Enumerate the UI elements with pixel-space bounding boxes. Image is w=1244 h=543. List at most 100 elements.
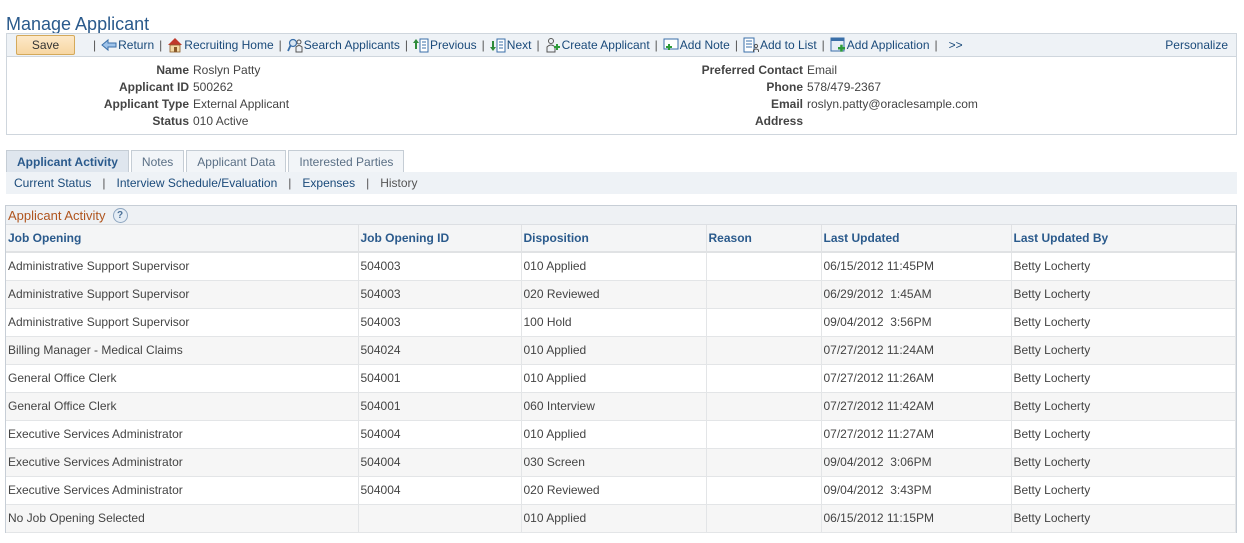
cell-job-opening-id: 504004 [358, 476, 522, 505]
add-note-link[interactable]: Add Note [663, 37, 730, 53]
recruiting-home-label: Recruiting Home [184, 38, 274, 52]
cell-reason [706, 476, 822, 505]
tab-applicant-data[interactable]: Applicant Data [186, 150, 287, 172]
cell-reason [706, 252, 822, 281]
cell-disposition: 100 Hold [521, 308, 707, 337]
cell-reason [706, 280, 822, 309]
cell-job-opening-id: 504003 [358, 308, 522, 337]
column-header-reason: Reason [706, 225, 822, 253]
cell-job-opening: Executive Services Administrator [6, 448, 359, 477]
cell-job-opening: Billing Manager - Medical Claims [6, 336, 359, 365]
previous-link[interactable]: Previous [412, 37, 477, 53]
save-button[interactable]: Save [16, 35, 75, 55]
column-header-last-updated-by: Last Updated By [1011, 225, 1236, 253]
cell-last-updated-by: Betty Locherty [1011, 392, 1236, 421]
field-value: 578/479-2367 [807, 80, 882, 94]
table-row: Administrative Support Supervisor 504003 0… [6, 280, 1236, 309]
recruiting-home-link[interactable]: Recruiting Home [167, 37, 274, 53]
cell-last-updated: 07/27/2012 11:26AM [821, 364, 1012, 393]
add-to-list-icon [743, 37, 759, 53]
cell-job-opening-id: 504001 [358, 364, 522, 393]
return-link[interactable]: Return [101, 37, 154, 53]
cell-last-updated-by: Betty Locherty [1011, 280, 1236, 309]
applicant-activity-grid: Applicant Activity ? Job Opening Job Ope… [5, 205, 1237, 533]
cell-last-updated-by: Betty Locherty [1011, 476, 1236, 505]
table-row: Executive Services Administrator 504004 01… [6, 420, 1236, 449]
cell-disposition: 010 Applied [521, 420, 707, 449]
next-link[interactable]: Next [489, 37, 531, 53]
arrow-left-icon [101, 38, 117, 52]
sub-navigation: Current Status | Interview Schedule/Eval… [6, 172, 1237, 194]
cell-last-updated: 09/04/2012 3:06PM [821, 448, 1012, 477]
activity-table: Job Opening Job Opening ID Disposition R… [6, 225, 1236, 533]
add-note-icon [663, 38, 679, 50]
cell-job-opening: No Job Opening Selected [6, 504, 359, 533]
field-label: Phone [766, 80, 803, 94]
separator: | [93, 38, 97, 52]
table-row: Executive Services Administrator 504004 03… [6, 448, 1236, 477]
cell-last-updated-by: Betty Locherty [1011, 364, 1236, 393]
cell-reason [706, 392, 822, 421]
cell-disposition: 010 Applied [521, 364, 707, 393]
column-header-disposition: Disposition [521, 225, 707, 253]
subnav-expenses[interactable]: Expenses [302, 176, 355, 190]
cell-job-opening: Administrative Support Supervisor [6, 280, 359, 309]
cell-last-updated: 07/27/2012 11:24AM [821, 336, 1012, 365]
cell-job-opening-id: 504001 [358, 392, 522, 421]
grid-title-bar: Applicant Activity ? [6, 206, 1236, 225]
cell-job-opening-id: 504004 [358, 420, 522, 449]
cell-last-updated-by: Betty Locherty [1011, 308, 1236, 337]
return-label: Return [118, 38, 155, 52]
subnav-interview-schedule[interactable]: Interview Schedule/Evaluation [117, 176, 278, 190]
column-header-job-opening: Job Opening [6, 225, 359, 253]
create-applicant-icon [546, 38, 560, 53]
separator: | [288, 176, 292, 190]
cell-job-opening: Executive Services Administrator [6, 476, 359, 505]
tab-bar: Applicant Activity Notes Applicant Data … [6, 150, 406, 172]
cell-last-updated: 06/29/2012 1:45AM [821, 280, 1012, 309]
add-application-link[interactable]: Add Application [830, 37, 930, 53]
field-value: roslyn.patty@oraclesample.com [807, 97, 978, 111]
more-actions-button[interactable]: >> [949, 38, 963, 52]
toolbar: Save | Return | Recruiting Home | Search… [6, 33, 1237, 56]
field-label: Email [770, 97, 803, 111]
column-header-last-updated: Last Updated [821, 225, 1012, 253]
separator: | [102, 176, 106, 190]
cell-reason [706, 336, 822, 365]
create-applicant-link[interactable]: Create Applicant [545, 37, 650, 53]
separator: | [934, 38, 938, 52]
applicant-header: Name Roslyn Patty Applicant ID 500262 Appl… [6, 56, 1237, 135]
cell-reason [706, 504, 822, 533]
help-icon[interactable]: ? [112, 207, 128, 223]
search-applicants-icon [286, 38, 303, 53]
create-applicant-label: Create Applicant [561, 38, 650, 52]
add-to-list-link[interactable]: Add to List [743, 37, 817, 53]
cell-job-opening: Administrative Support Supervisor [6, 252, 359, 281]
tab-notes[interactable]: Notes [130, 150, 185, 172]
field-preferred-contact: Preferred Contact Email [7, 63, 837, 77]
tab-applicant-activity[interactable]: Applicant Activity [6, 150, 129, 172]
separator: | [278, 38, 282, 52]
cell-job-opening-id: 504003 [358, 280, 522, 309]
separator: | [366, 176, 370, 190]
subnav-current-status[interactable]: Current Status [14, 176, 91, 190]
field-phone: Phone 578/479-2367 [7, 80, 881, 94]
cell-job-opening-id: 504004 [358, 448, 522, 477]
search-applicants-link[interactable]: Search Applicants [286, 37, 400, 53]
separator: | [404, 38, 408, 52]
cell-job-opening: General Office Clerk [6, 364, 359, 393]
table-row: No Job Opening Selected 010 Applied 06/15/… [6, 504, 1236, 533]
table-header-row: Job Opening Job Opening ID Disposition R… [6, 225, 1236, 253]
cell-job-opening-id: 504024 [358, 336, 522, 365]
cell-job-opening: Executive Services Administrator [6, 420, 359, 449]
table-row: General Office Clerk 504001 010 Applied 07/… [6, 364, 1236, 393]
tab-interested-parties[interactable]: Interested Parties [288, 150, 405, 172]
previous-icon [412, 38, 429, 53]
personalize-link[interactable]: Personalize [1165, 38, 1228, 52]
add-to-list-label: Add to List [759, 38, 817, 52]
cell-reason [706, 364, 822, 393]
field-value: Email [807, 63, 838, 77]
cell-disposition: 010 Applied [521, 252, 707, 281]
cell-last-updated-by: Betty Locherty [1011, 252, 1236, 281]
cell-disposition: 020 Reviewed [521, 476, 707, 505]
